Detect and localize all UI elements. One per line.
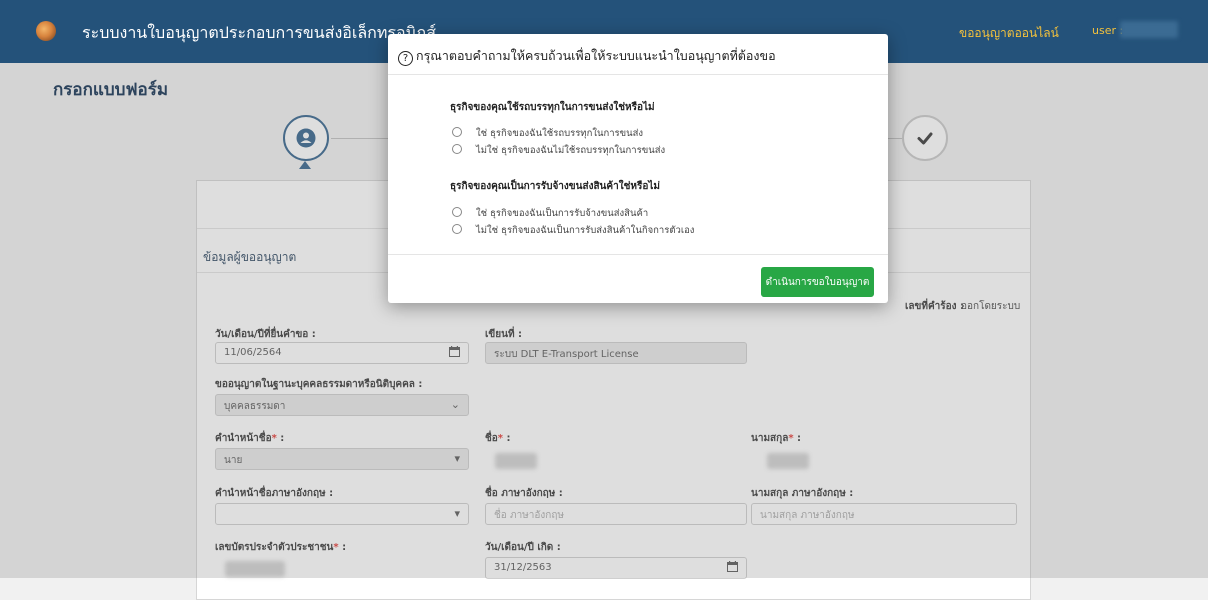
question-circle-icon: ?	[398, 51, 413, 66]
question-2-option-no[interactable]: ไม่ใช่ ธุรกิจของฉันเป็นการรับส่งสินค้าใน…	[452, 223, 694, 238]
question-1-option-yes[interactable]: ใช่ ธุรกิจของฉันใช้รถบรรทุกในการขนส่ง	[452, 126, 643, 141]
nav-link-online-request[interactable]: ขออนุญาตออนไลน์	[959, 24, 1059, 43]
radio-button[interactable]	[452, 207, 462, 217]
license-questionnaire-modal: ? กรุณาตอบคำถามให้ครบถ้วนเพื่อให้ระบบแนะน…	[388, 34, 888, 303]
modal-header: ? กรุณาตอบคำถามให้ครบถ้วนเพื่อให้ระบบแนะน…	[388, 34, 888, 75]
app-title[interactable]: ระบบงานใบอนุญาตประกอบการขนส่งอิเล็กทรอนิ…	[82, 21, 436, 46]
radio-button[interactable]	[452, 144, 462, 154]
modal-title: ? กรุณาตอบคำถามให้ครบถ้วนเพื่อให้ระบบแนะน…	[398, 46, 776, 66]
radio-button[interactable]	[452, 127, 462, 137]
question-1-heading: ธุรกิจของคุณใช้รถบรรทุกในการขนส่งใช่หรือ…	[450, 102, 655, 113]
modal-footer-divider	[388, 254, 888, 255]
user-label[interactable]: user :	[1092, 24, 1123, 37]
question-2-heading: ธุรกิจของคุณเป็นการรับจ้างขนส่งสินค้าใช่…	[450, 181, 660, 192]
question-1-option-no[interactable]: ไม่ใช่ ธุรกิจของฉันไม่ใช้รถบรรทุกในการขน…	[452, 143, 665, 158]
app-page: ระบบงานใบอนุญาตประกอบการขนส่งอิเล็กทรอนิ…	[0, 0, 1208, 600]
app-logo[interactable]	[36, 21, 56, 41]
radio-button[interactable]	[452, 224, 462, 234]
request-license-button[interactable]: ดำเนินการขอใบอนุญาต	[761, 267, 874, 297]
question-2-option-yes[interactable]: ใช่ ธุรกิจของฉันเป็นการรับจ้างขนส่งสินค้…	[452, 206, 648, 221]
user-name-redacted[interactable]	[1120, 21, 1178, 38]
